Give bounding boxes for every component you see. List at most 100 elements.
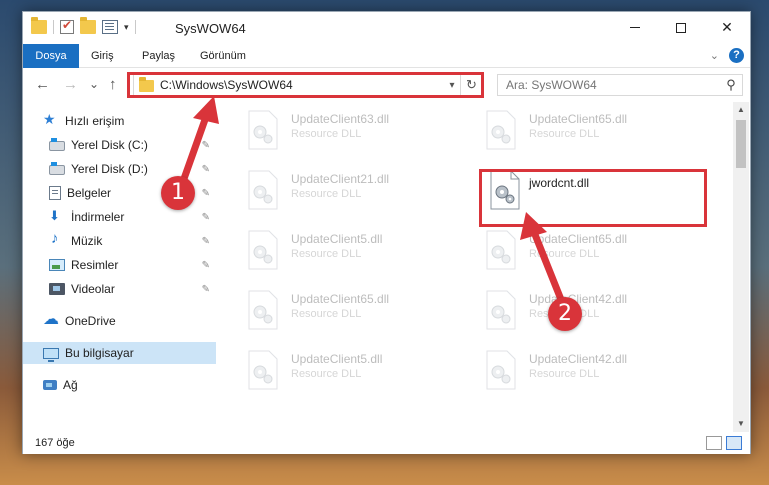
- customize-icon[interactable]: [102, 20, 118, 34]
- maximize-button[interactable]: [658, 12, 704, 43]
- video-icon: [49, 283, 65, 295]
- maximize-icon: [676, 22, 686, 33]
- recent-locations-button[interactable]: ⌄: [89, 77, 99, 91]
- file-item[interactable]: UpdateClient42.dll Resource DLL: [477, 346, 707, 394]
- file-name: UpdateClient63.dll: [291, 112, 390, 126]
- sidebar-item-quick-access[interactable]: Hızlı erişim: [23, 110, 216, 132]
- pin-icon[interactable]: ✎: [202, 212, 210, 223]
- back-button[interactable]: ←: [35, 76, 50, 93]
- dll-file-icon: [248, 110, 278, 150]
- file-item[interactable]: UpdateClient63.dll Resource DLL: [239, 106, 469, 154]
- star-icon: [43, 111, 59, 128]
- pin-icon[interactable]: ✎: [202, 164, 210, 175]
- sidebar-item-downloads[interactable]: İndirmeler ✎: [23, 206, 216, 228]
- pin-icon[interactable]: ✎: [202, 188, 210, 199]
- file-name: UpdateClient21.dll: [291, 172, 390, 186]
- large-icons-view-icon[interactable]: [726, 436, 742, 450]
- tab-file[interactable]: Dosya: [23, 44, 79, 68]
- sidebar-item-label: Müzik: [71, 234, 103, 248]
- file-type: Resource DLL: [291, 128, 362, 140]
- sidebar-item-network[interactable]: Ağ: [23, 374, 216, 396]
- file-item[interactable]: UpdateClient21.dll Resource DLL: [239, 166, 469, 214]
- vertical-scrollbar[interactable]: ▲ ▼: [733, 102, 749, 432]
- download-icon: [49, 208, 65, 224]
- help-icon[interactable]: ?: [729, 48, 744, 63]
- tab-view[interactable]: Görünüm: [190, 44, 256, 68]
- file-name: UpdateClient42.dll: [529, 352, 628, 366]
- dll-file-icon: [486, 350, 516, 390]
- step-2-badge: 2: [548, 297, 582, 331]
- dll-file-icon: [486, 230, 516, 270]
- file-name: UpdateClient5.dll: [291, 352, 383, 366]
- step-1-badge: 1: [161, 176, 195, 210]
- tab-share[interactable]: Paylaş: [132, 44, 185, 68]
- customize-dropdown-icon[interactable]: ▾: [124, 22, 129, 33]
- minimize-icon: [630, 27, 640, 28]
- file-item[interactable]: UpdateClient5.dll Resource DLL: [239, 346, 469, 394]
- disk-icon: [49, 138, 65, 151]
- toolbar-divider: [134, 20, 136, 34]
- file-item[interactable]: UpdateClient42.dll Resource DLL: [477, 286, 707, 334]
- dll-file-icon: [248, 350, 278, 390]
- file-name: UpdateClient5.dll: [291, 232, 383, 246]
- file-item[interactable]: UpdateClient65.dll Resource DLL: [239, 286, 469, 334]
- new-folder-icon[interactable]: [80, 17, 96, 34]
- title-bar: ▾ SysWOW64 ✕: [23, 12, 750, 44]
- up-button[interactable]: ↑: [109, 76, 117, 93]
- pin-icon[interactable]: ✎: [202, 284, 210, 295]
- sidebar-item-onedrive[interactable]: OneDrive: [23, 309, 216, 332]
- expand-ribbon-icon[interactable]: ⌄: [710, 49, 719, 62]
- music-icon: [49, 230, 65, 248]
- sidebar-item-disk-d[interactable]: Yerel Disk (D:) ✎: [23, 158, 216, 180]
- folder-icon[interactable]: [31, 17, 47, 34]
- forward-button[interactable]: →: [63, 76, 78, 93]
- window-controls: ✕: [612, 12, 750, 43]
- window-title: SysWOW64: [175, 21, 246, 36]
- scroll-up-icon[interactable]: ▲: [733, 102, 749, 118]
- search-box[interactable]: ⚲: [497, 74, 743, 96]
- sidebar-item-label: OneDrive: [65, 314, 116, 328]
- file-item[interactable]: UpdateClient65.dll Resource DLL: [477, 106, 707, 154]
- file-type: Resource DLL: [291, 368, 362, 380]
- file-type: Resource DLL: [291, 248, 362, 260]
- file-item[interactable]: UpdateClient65.dll Resource DLL: [477, 226, 707, 274]
- sidebar-item-label: Yerel Disk (D:): [71, 162, 148, 176]
- tab-home[interactable]: Giriş: [81, 44, 124, 68]
- details-view-icon[interactable]: [706, 436, 722, 450]
- sidebar-item-label: Belgeler: [67, 186, 112, 200]
- pin-icon[interactable]: ✎: [202, 140, 210, 151]
- file-item[interactable]: UpdateClient5.dll Resource DLL: [239, 226, 469, 274]
- file-name: UpdateClient65.dll: [529, 232, 628, 246]
- ribbon-right-controls: ⌄ ?: [710, 48, 744, 63]
- sidebar-item-label: Ağ: [63, 378, 78, 392]
- sidebar-item-label: Videolar: [71, 282, 115, 296]
- properties-check-icon[interactable]: [60, 18, 74, 34]
- sidebar-item-label: İndirmeler: [71, 210, 125, 224]
- pin-icon[interactable]: ✎: [202, 236, 210, 247]
- toolbar-divider: [53, 20, 54, 34]
- sidebar-item-this-pc[interactable]: Bu bilgisayar: [23, 342, 216, 364]
- sidebar-item-music[interactable]: Müzik ✎: [23, 230, 216, 252]
- sidebar-item-label: Bu bilgisayar: [65, 346, 134, 360]
- search-input[interactable]: [506, 78, 720, 92]
- sidebar-item-videos[interactable]: Videolar ✎: [23, 278, 216, 300]
- sidebar-item-label: Yerel Disk (C:): [71, 138, 148, 152]
- document-icon: [49, 186, 61, 200]
- file-list: UpdateClient63.dll Resource DLL UpdateCl…: [219, 102, 735, 432]
- file-type: Resource DLL: [291, 188, 362, 200]
- pin-icon[interactable]: ✎: [202, 260, 210, 271]
- sidebar-item-pictures[interactable]: Resimler ✎: [23, 254, 216, 276]
- dll-file-icon: [486, 110, 516, 150]
- scroll-thumb[interactable]: [736, 120, 746, 168]
- close-button[interactable]: ✕: [704, 12, 750, 43]
- sidebar-item-disk-c[interactable]: Yerel Disk (C:) ✎: [23, 134, 216, 156]
- minimize-button[interactable]: [612, 12, 658, 43]
- sidebar-item-label: Resimler: [71, 258, 119, 272]
- dll-file-icon: [248, 170, 278, 210]
- search-icon[interactable]: ⚲: [720, 77, 742, 93]
- scroll-down-icon[interactable]: ▼: [733, 416, 749, 432]
- ribbon-tabs: Dosya Giriş Paylaş Görünüm ⌄ ?: [23, 44, 750, 68]
- item-count: 167 öğe: [35, 437, 75, 449]
- network-icon: [43, 380, 57, 390]
- file-type: Resource DLL: [529, 368, 600, 380]
